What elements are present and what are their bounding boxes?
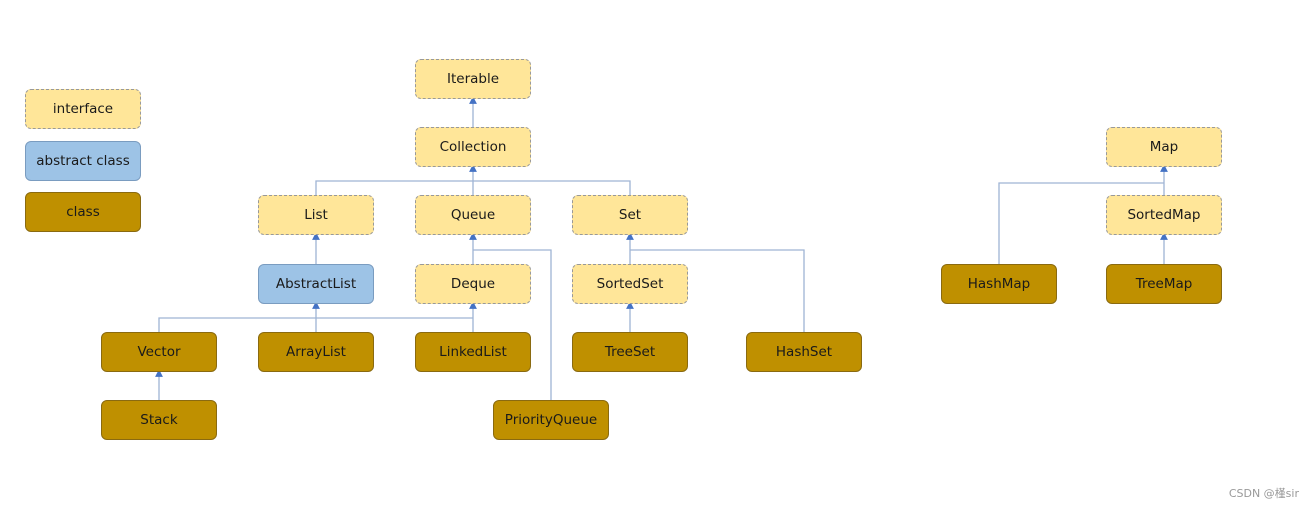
- node-abstractlist: AbstractList: [258, 264, 374, 304]
- node-iterable: Iterable: [415, 59, 531, 99]
- node-linkedlist: LinkedList: [415, 332, 531, 372]
- node-priorityqueue: PriorityQueue: [493, 400, 609, 440]
- node-sortedmap: SortedMap: [1106, 195, 1222, 235]
- node-arraylist: ArrayList: [258, 332, 374, 372]
- node-list: List: [258, 195, 374, 235]
- legend-interface: interface: [25, 89, 141, 129]
- node-set: Set: [572, 195, 688, 235]
- node-stack: Stack: [101, 400, 217, 440]
- node-deque: Deque: [415, 264, 531, 304]
- watermark: CSDN @槿sir: [1228, 487, 1299, 500]
- node-queue: Queue: [415, 195, 531, 235]
- node-hashset: HashSet: [746, 332, 862, 372]
- node-collection: Collection: [415, 127, 531, 167]
- node-hashmap: HashMap: [941, 264, 1057, 304]
- edge-collection-children: [315, 180, 631, 195]
- node-sortedset: SortedSet: [572, 264, 688, 304]
- node-treeset: TreeSet: [572, 332, 688, 372]
- node-map: Map: [1106, 127, 1222, 167]
- node-vector: Vector: [101, 332, 217, 372]
- legend-class: class: [25, 192, 141, 232]
- node-treemap: TreeMap: [1106, 264, 1222, 304]
- legend-abstract-class: abstract class: [25, 141, 141, 181]
